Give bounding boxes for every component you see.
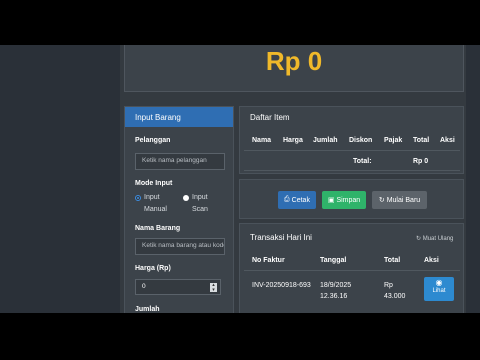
video-frame: Rp 0 Input Barang Pelanggan Ketik nama p…: [0, 0, 480, 360]
right-scroll-area: [466, 45, 480, 313]
item-list-card: Daftar Item Nama Harga Jumlah Diskon Paj…: [239, 106, 464, 174]
customer-input[interactable]: Ketik nama pelanggan: [135, 153, 225, 170]
total-label: Total:: [353, 158, 372, 165]
mode-scan-radio[interactable]: [183, 195, 189, 201]
print-label: Cetak: [291, 196, 310, 204]
price-value: 0: [142, 283, 146, 290]
transaction-date-day: 18/9/2025: [320, 282, 352, 289]
printer-icon: ⎙: [284, 196, 290, 203]
action-bar: ⎙ Cetak ▣ Simpan ↻ Mulai Baru: [239, 179, 464, 219]
divider: [244, 270, 460, 271]
new-button[interactable]: ↻ Mulai Baru: [372, 191, 427, 209]
transactions-card: Transaksi Hari Ini ↻ Muat Ulang No Faktu…: [239, 223, 464, 313]
save-icon: ▣: [327, 197, 335, 204]
mode-scan-line1: Input: [192, 194, 208, 201]
mode-manual-line1: Input: [144, 194, 160, 201]
customer-label: Pelanggan: [135, 137, 171, 144]
item-list-title: Daftar Item: [250, 113, 290, 122]
transaction-date-time: 12.36.16: [320, 293, 348, 300]
view-button[interactable]: ◉ Lihat: [424, 277, 454, 301]
mode-label: Mode Input: [135, 180, 173, 187]
price-input[interactable]: 0 ▴ ▾: [135, 279, 221, 295]
save-button[interactable]: ▣ Simpan: [322, 191, 366, 209]
col-qty: Jumlah: [313, 137, 338, 144]
app-screen: Rp 0 Input Barang Pelanggan Ketik nama p…: [0, 45, 480, 313]
print-button[interactable]: ⎙ Cetak: [278, 191, 316, 209]
view-label: Lihat: [432, 288, 446, 294]
col-name: Nama: [252, 137, 272, 144]
reload-button[interactable]: ↻ Muat Ulang: [416, 235, 453, 242]
mode-manual-radio[interactable]: [135, 195, 141, 201]
refresh-icon: ↻: [416, 236, 422, 242]
total-amount: Rp 0: [265, 46, 323, 76]
col-discount: Diskon: [349, 137, 373, 144]
left-sidebar-area: [0, 45, 120, 313]
mode-scan-line2: Scan: [192, 206, 208, 213]
col-total: Total: [413, 137, 430, 144]
col-price: Harga: [283, 137, 303, 144]
col-date: Tanggal: [320, 257, 347, 264]
transactions-title: Transaksi Hari Ini: [250, 233, 312, 242]
transaction-date: 18/9/2025 12.36.16: [320, 280, 351, 302]
col-invoice: No Faktur: [252, 257, 285, 264]
divider: [244, 170, 460, 171]
save-label: Simpan: [336, 196, 361, 204]
mode-scan-label[interactable]: Input Scan: [192, 192, 208, 216]
mode-manual-line2: Manual: [144, 206, 167, 213]
invoice-number: INV-20250918-693: [252, 282, 311, 289]
total-value: Rp 0: [413, 158, 429, 165]
col-tax: Pajak: [384, 137, 403, 144]
divider: [244, 150, 460, 151]
col-action: Aksi: [440, 137, 455, 144]
col-trans-action: Aksi: [424, 257, 439, 264]
transaction-total-currency: Rp: [384, 282, 393, 289]
price-stepper-icon[interactable]: ▴ ▾: [210, 283, 217, 292]
mode-manual-label[interactable]: Input Manual: [144, 192, 167, 216]
reload-label: Muat Ulang: [422, 236, 454, 242]
input-panel: Input Barang Pelanggan Ketik nama pelang…: [124, 106, 234, 313]
col-trans-total: Total: [384, 257, 401, 264]
transaction-total: Rp 43.000: [384, 280, 405, 302]
item-name-label: Nama Barang: [135, 225, 181, 232]
input-panel-title: Input Barang: [125, 107, 233, 127]
eye-icon: ◉: [435, 278, 443, 287]
transaction-total-amount: 43.000: [384, 293, 406, 300]
refresh-icon: ↻: [378, 197, 385, 204]
item-name-input[interactable]: Ketik nama barang atau kode: [135, 238, 225, 255]
new-label: Mulai Baru: [386, 196, 421, 204]
price-label: Harga (Rp): [135, 265, 171, 272]
total-display-card: Rp 0: [124, 45, 464, 92]
qty-label: Jumlah: [135, 306, 160, 313]
